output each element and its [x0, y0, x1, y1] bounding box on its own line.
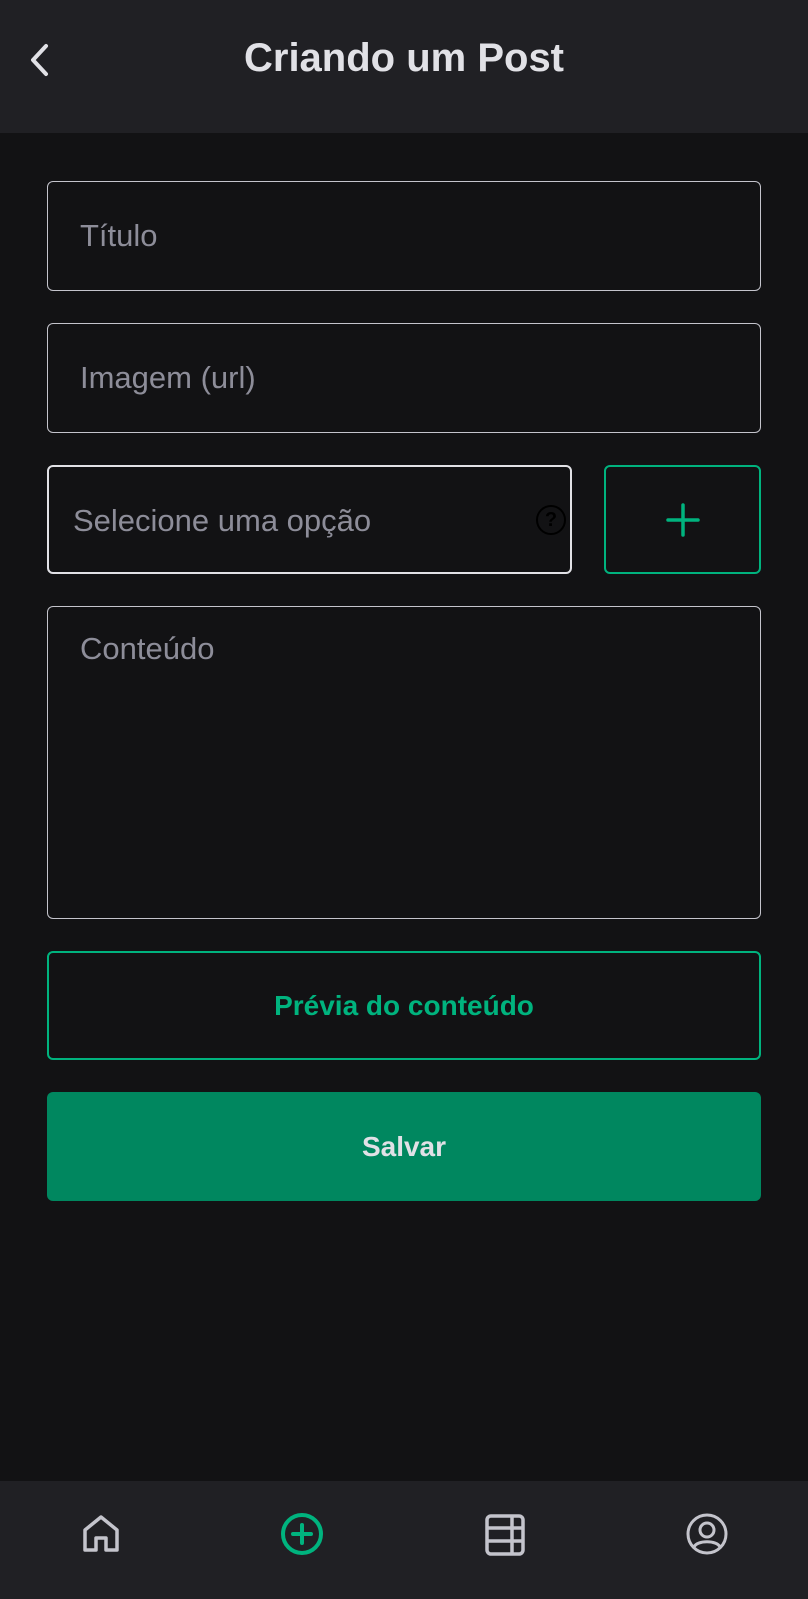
home-icon — [83, 1515, 119, 1552]
content-placeholder: Conteúdo — [80, 631, 215, 666]
save-button[interactable]: Salvar — [47, 1092, 761, 1201]
app-header: Criando um Post — [0, 0, 808, 133]
title-input[interactable]: Título — [47, 181, 761, 291]
table-icon — [485, 1514, 525, 1556]
add-option-button[interactable] — [604, 465, 761, 574]
user-circle-icon — [686, 1513, 728, 1555]
category-select[interactable]: Selecione uma opção ? — [47, 465, 572, 574]
nav-posts-table[interactable] — [480, 1509, 530, 1559]
plus-circle-icon — [281, 1513, 323, 1555]
select-placeholder: Selecione uma opção — [73, 503, 372, 538]
nav-profile[interactable] — [682, 1509, 732, 1559]
preview-button[interactable]: Prévia do conteúdo — [47, 951, 761, 1060]
title-placeholder: Título — [80, 218, 158, 253]
question-circle-icon[interactable]: ? — [536, 505, 566, 535]
bottom-nav — [0, 1481, 808, 1599]
nav-home[interactable] — [76, 1509, 126, 1559]
plus-icon — [666, 503, 700, 537]
page-title: Criando um Post — [243, 36, 565, 80]
content-textarea[interactable]: Conteúdo — [47, 606, 761, 919]
image-url-input[interactable]: Imagem (url) — [47, 323, 761, 433]
image-url-placeholder: Imagem (url) — [80, 360, 256, 395]
nav-create-post[interactable] — [277, 1509, 327, 1559]
